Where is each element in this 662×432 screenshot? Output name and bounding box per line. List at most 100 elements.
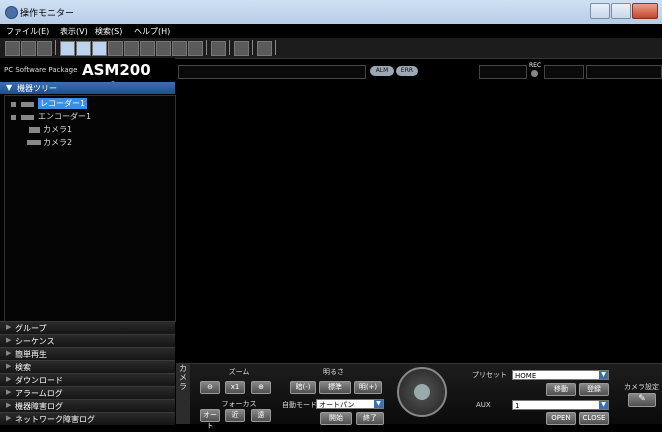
maximize-button[interactable] <box>611 3 631 19</box>
auto-mode-value: オートパン <box>319 401 355 409</box>
expand-icon[interactable] <box>11 115 16 120</box>
aux-close-button[interactable]: CLOSE <box>579 412 609 425</box>
tree-node-camera1[interactable]: カメラ1 <box>43 124 72 135</box>
aux-value: 1 <box>515 402 520 410</box>
layout-grid-icon[interactable] <box>188 41 203 56</box>
tree-panel-icon[interactable] <box>60 41 75 56</box>
settings-icon[interactable] <box>257 41 272 56</box>
alarm-icon[interactable] <box>234 41 249 56</box>
nav-item-label: 簡単再生 <box>15 350 47 359</box>
auto-mode-select[interactable]: オートパン ▼ <box>316 399 384 409</box>
auto-mode-stop-button[interactable]: 終了 <box>356 412 384 425</box>
brightness-dark-button[interactable]: 暗(-) <box>290 381 316 394</box>
layout-1plus5-icon[interactable] <box>156 41 171 56</box>
window-controls <box>590 3 658 19</box>
focus-near-button[interactable]: 近 <box>225 409 245 422</box>
brightness-bright-button[interactable]: 明(+) <box>354 381 382 394</box>
layout-single-icon[interactable] <box>92 41 107 56</box>
nav-item-label: 機器障害ログ <box>15 402 63 411</box>
menu-search[interactable]: 検索(S) <box>95 26 122 37</box>
preset-value: HOME <box>515 372 537 380</box>
toolbar-divider <box>252 40 253 55</box>
nav-item-label: シーケンス <box>15 337 55 346</box>
layout-1x1-icon[interactable] <box>76 41 91 56</box>
fullscreen-icon[interactable] <box>211 41 226 56</box>
nav-item-network-fault-log[interactable]: ▶ ネットワーク障害ログ <box>0 412 175 425</box>
camera-settings-label: カメラ設定 <box>624 383 659 391</box>
nav-item-group[interactable]: ▶ グループ <box>0 321 175 334</box>
aux-select[interactable]: 1 ▼ <box>512 400 609 410</box>
device-tree-header[interactable]: ▼ 機器ツリー <box>0 82 175 94</box>
layout-1plus7-icon[interactable] <box>172 41 187 56</box>
status-field <box>586 65 662 79</box>
brightness-title: 明るさ <box>323 368 344 376</box>
toolbar-divider <box>229 40 230 55</box>
menu-bar: ファイル(E) 表示(V) 検索(S) ヘルプ(H) <box>0 24 662 38</box>
camera-icon <box>27 140 41 145</box>
zoom-title: ズーム <box>228 368 250 376</box>
window-title: 操作モニター <box>20 9 75 19</box>
wrench-icon[interactable]: ✎ <box>628 393 656 407</box>
nav-item-download[interactable]: ▶ ダウンロード <box>0 373 175 386</box>
chevron-right-icon: ▶ <box>6 336 12 344</box>
tree-node-camera2[interactable]: カメラ2 <box>43 137 72 148</box>
layout-3x3-icon[interactable] <box>124 41 139 56</box>
menu-file[interactable]: ファイル(E) <box>6 26 49 37</box>
ptz-joystick[interactable] <box>397 367 447 417</box>
minimize-button[interactable] <box>590 3 610 19</box>
aux-open-button[interactable]: OPEN <box>546 412 576 425</box>
print-icon[interactable] <box>21 41 36 56</box>
chevron-down-icon: ▼ <box>599 371 608 379</box>
nav-item-label: ダウンロード <box>15 376 63 385</box>
menu-view[interactable]: 表示(V) <box>60 26 88 37</box>
nav-item-search[interactable]: ▶ 検索 <box>0 360 175 373</box>
chevron-right-icon: ▶ <box>6 375 12 383</box>
chevron-right-icon: ▶ <box>6 362 12 370</box>
nav-item-label: アラームログ <box>15 389 63 398</box>
error-indicator[interactable]: ERR <box>396 66 418 76</box>
brand-subtitle: PC Software Package <box>4 66 78 74</box>
brand-banner: PC Software Package ASM200 Series <box>0 58 175 97</box>
nav-panel: ▶ グループ ▶ シーケンス ▶ 簡単再生 ▶ 検索 ▶ ダウンロード ▶ アラームログ ▶… <box>0 321 175 425</box>
chevron-down-icon: ▼ <box>6 83 13 92</box>
focus-far-button[interactable]: 遠 <box>251 409 271 422</box>
menu-help[interactable]: ヘルプ(H) <box>134 26 170 37</box>
chevron-down-icon: ▼ <box>599 401 608 409</box>
layout-4x4-icon[interactable] <box>140 41 155 56</box>
record-icon[interactable] <box>37 41 52 56</box>
zoom-1x-button[interactable]: x1 <box>225 381 245 394</box>
chevron-right-icon: ▶ <box>6 388 12 396</box>
zoom-in-button[interactable]: ⊕ <box>251 381 271 394</box>
preset-select[interactable]: HOME ▼ <box>512 370 609 380</box>
preset-move-button[interactable]: 移動 <box>546 383 576 396</box>
app-icon <box>5 6 18 19</box>
zoom-out-button[interactable]: ⊖ <box>200 381 220 394</box>
close-button[interactable] <box>632 3 658 19</box>
preset-label: プリセット <box>472 371 507 379</box>
auto-mode-start-button[interactable]: 開始 <box>320 412 352 425</box>
nav-item-device-fault-log[interactable]: ▶ 機器障害ログ <box>0 399 175 412</box>
tree-node-encoder1[interactable]: エンコーダー1 <box>38 111 91 122</box>
nav-item-alarm-log[interactable]: ▶ アラームログ <box>0 386 175 399</box>
expand-icon[interactable] <box>11 102 16 107</box>
auto-mode-label: 自動モード <box>282 401 317 409</box>
camera-icon[interactable] <box>5 41 20 56</box>
alarm-indicator[interactable]: ALM <box>370 66 394 76</box>
rec-label: REC <box>529 62 542 69</box>
tree-node-recorder1[interactable]: レコーダー1 <box>38 98 88 109</box>
nav-item-label: 検索 <box>15 363 31 372</box>
focus-auto-button[interactable]: オート <box>200 409 220 430</box>
nav-item-sequence[interactable]: ▶ シーケンス <box>0 334 175 347</box>
camera-control-panel: カメラ ズーム ⊖ x1 ⊕ フォーカス オート 近 遠 明るさ 暗(-) 標準… <box>176 363 662 430</box>
video-display[interactable] <box>176 80 662 363</box>
nav-item-quick-playback[interactable]: ▶ 簡単再生 <box>0 347 175 360</box>
chevron-right-icon: ▶ <box>6 349 12 357</box>
toolbar <box>0 38 662 59</box>
layout-2x2-icon[interactable] <box>108 41 123 56</box>
aux-label: AUX <box>476 401 491 409</box>
brightness-standard-button[interactable]: 標準 <box>319 381 351 394</box>
status-message-box <box>178 65 366 79</box>
camera-tab[interactable]: カメラ <box>176 364 190 424</box>
preset-register-button[interactable]: 登録 <box>579 383 609 396</box>
ptz-center-icon <box>414 384 430 400</box>
